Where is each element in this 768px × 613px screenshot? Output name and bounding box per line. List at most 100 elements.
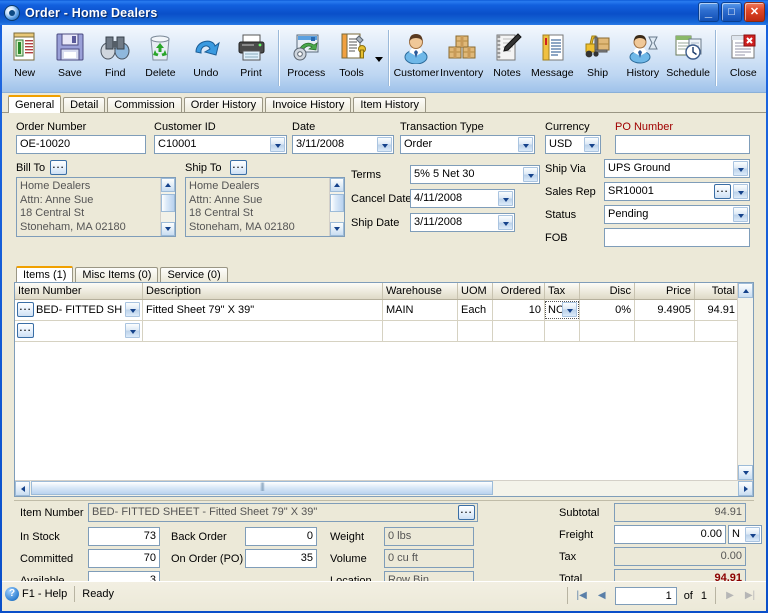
cell-item-number[interactable]: … bbox=[15, 321, 143, 341]
terms-combo[interactable]: 5% 5 Net 30 bbox=[410, 165, 540, 184]
horizontal-scroll-thumb[interactable] bbox=[31, 481, 493, 495]
item-lookup-button[interactable]: … bbox=[17, 300, 34, 317]
cell-price[interactable] bbox=[635, 321, 695, 341]
customer-id-combo[interactable]: C10001 bbox=[154, 135, 287, 154]
date-combo[interactable]: 3/11/2008 bbox=[292, 135, 394, 154]
toolbar-button-undo[interactable]: Undo bbox=[183, 28, 228, 90]
bill-to-lookup-button[interactable]: … bbox=[50, 157, 67, 175]
po-number-input[interactable] bbox=[615, 135, 750, 154]
toolbar-button-customer[interactable]: Customer bbox=[394, 28, 439, 90]
toolbar-button-new[interactable]: New bbox=[2, 28, 47, 90]
nav-first-button[interactable]: |◀ bbox=[572, 587, 592, 604]
scroll-thumb[interactable] bbox=[161, 194, 175, 212]
column-header-description[interactable]: Description bbox=[143, 283, 383, 299]
nav-next-button[interactable]: ▶ bbox=[720, 587, 740, 604]
record-number-input[interactable]: 1 bbox=[614, 586, 677, 605]
chevron-down-icon[interactable] bbox=[733, 161, 748, 176]
scroll-down-icon[interactable] bbox=[738, 465, 753, 480]
freight-flag-combo[interactable]: N bbox=[728, 525, 762, 544]
ship-via-combo[interactable]: UPS Ground bbox=[604, 159, 750, 178]
column-header-disc[interactable]: Disc bbox=[580, 283, 635, 299]
toolbar-button-delete[interactable]: Delete bbox=[138, 28, 183, 90]
chevron-down-icon[interactable] bbox=[377, 137, 392, 152]
nav-last-button[interactable]: ▶| bbox=[740, 587, 760, 604]
chevron-down-icon[interactable] bbox=[733, 184, 748, 199]
tab-detail[interactable]: Detail bbox=[63, 97, 106, 113]
order-number-input[interactable]: OE-10020 bbox=[16, 135, 146, 154]
table-row[interactable]: … bbox=[15, 321, 753, 342]
cell-price[interactable]: 9.4905 bbox=[635, 300, 695, 320]
cancel-date-combo[interactable]: 4/11/2008 bbox=[410, 189, 515, 208]
cell-tax[interactable]: NO bbox=[545, 300, 580, 320]
freight-field[interactable]: 0.00 bbox=[614, 525, 726, 544]
tab-order-history[interactable]: Order History bbox=[183, 97, 264, 113]
status-combo[interactable]: Pending bbox=[604, 205, 750, 224]
tab-item-history[interactable]: Item History bbox=[353, 97, 427, 113]
cell-warehouse[interactable]: MAIN bbox=[383, 300, 458, 320]
scroll-down-icon[interactable] bbox=[161, 222, 175, 236]
chevron-down-icon[interactable] bbox=[562, 302, 577, 317]
scroll-left-icon[interactable] bbox=[15, 481, 30, 496]
toolbar-button-process[interactable]: Process bbox=[284, 28, 329, 90]
chevron-down-icon[interactable] bbox=[745, 527, 760, 542]
toolbar-button-ship[interactable]: Ship bbox=[575, 28, 620, 90]
maximize-button[interactable]: □ bbox=[721, 2, 742, 22]
cell-item-number[interactable]: … BED- FITTED SH bbox=[15, 300, 143, 320]
column-header-price[interactable]: Price bbox=[635, 283, 695, 299]
help-icon[interactable]: ? bbox=[5, 587, 19, 601]
toolbar-button-notes[interactable]: Notes bbox=[484, 28, 529, 90]
chevron-down-icon[interactable] bbox=[125, 302, 140, 317]
scroll-down-icon[interactable] bbox=[330, 222, 344, 236]
column-header-ordered[interactable]: Ordered bbox=[493, 283, 545, 299]
ship-to-address[interactable]: Home Dealers Attn: Anne Sue 18 Central St S… bbox=[185, 177, 345, 237]
grid-tab-service-0[interactable]: Service (0) bbox=[160, 267, 228, 282]
sales-rep-lookup-button[interactable]: … bbox=[714, 181, 731, 199]
chevron-down-icon[interactable] bbox=[498, 215, 513, 230]
grid-horizontal-scrollbar[interactable] bbox=[15, 480, 753, 496]
scroll-right-icon[interactable] bbox=[738, 481, 753, 496]
tools-dropdown-caret-icon[interactable] bbox=[374, 28, 383, 90]
help-text[interactable]: F1 - Help bbox=[22, 588, 67, 600]
scroll-up-icon[interactable] bbox=[738, 283, 753, 298]
bill-to-scrollbar[interactable] bbox=[160, 178, 175, 236]
chevron-down-icon[interactable] bbox=[523, 167, 538, 182]
minimize-button[interactable]: _ bbox=[698, 2, 719, 22]
cell-warehouse[interactable] bbox=[383, 321, 458, 341]
tab-invoice-history[interactable]: Invoice History bbox=[265, 97, 352, 113]
grid-tab-misc-items-0[interactable]: Misc Items (0) bbox=[75, 267, 159, 282]
grid-tab-items-1[interactable]: Items (1) bbox=[16, 266, 74, 282]
cell-disc[interactable]: 0% bbox=[580, 300, 635, 320]
grid-vertical-scrollbar[interactable] bbox=[737, 283, 753, 480]
toolbar-button-print[interactable]: Print bbox=[228, 28, 273, 90]
item-lookup-button[interactable]: … bbox=[17, 321, 34, 338]
chevron-down-icon[interactable] bbox=[733, 207, 748, 222]
transaction-type-combo[interactable]: Order bbox=[400, 135, 535, 154]
cell-tax[interactable] bbox=[545, 321, 580, 341]
column-header-total[interactable]: Total bbox=[695, 283, 739, 299]
toolbar-button-message[interactable]: Message bbox=[530, 28, 575, 90]
table-row[interactable]: … BED- FITTED SH Fitted Sheet 79" X 39" MAI… bbox=[15, 300, 753, 321]
ship-date-combo[interactable]: 3/11/2008 bbox=[410, 213, 515, 232]
scroll-up-icon[interactable] bbox=[330, 178, 344, 192]
chevron-down-icon[interactable] bbox=[498, 191, 513, 206]
cell-ordered[interactable]: 10 bbox=[493, 300, 545, 320]
toolbar-button-tools[interactable]: Tools bbox=[329, 28, 374, 90]
chevron-down-icon[interactable] bbox=[125, 323, 140, 338]
toolbar-button-inventory[interactable]: Inventory bbox=[439, 28, 484, 90]
cell-uom[interactable] bbox=[458, 321, 493, 341]
column-header-uom[interactable]: UOM bbox=[458, 283, 493, 299]
item-lookup-button[interactable]: … bbox=[458, 502, 475, 520]
column-header-item-number[interactable]: Item Number bbox=[15, 283, 143, 299]
toolbar-button-close[interactable]: Close bbox=[721, 28, 766, 90]
cell-total[interactable]: 94.91 bbox=[695, 300, 739, 320]
chevron-down-icon[interactable] bbox=[584, 137, 599, 152]
ship-to-scrollbar[interactable] bbox=[329, 178, 344, 236]
cell-ordered[interactable] bbox=[493, 321, 545, 341]
bill-to-address[interactable]: Home Dealers Attn: Anne Sue 18 Central St S… bbox=[16, 177, 176, 237]
cell-total[interactable] bbox=[695, 321, 739, 341]
toolbar-button-save[interactable]: Save bbox=[47, 28, 92, 90]
ship-to-lookup-button[interactable]: … bbox=[230, 157, 247, 175]
cell-uom[interactable]: Each bbox=[458, 300, 493, 320]
chevron-down-icon[interactable] bbox=[518, 137, 533, 152]
tab-commission[interactable]: Commission bbox=[107, 97, 182, 113]
